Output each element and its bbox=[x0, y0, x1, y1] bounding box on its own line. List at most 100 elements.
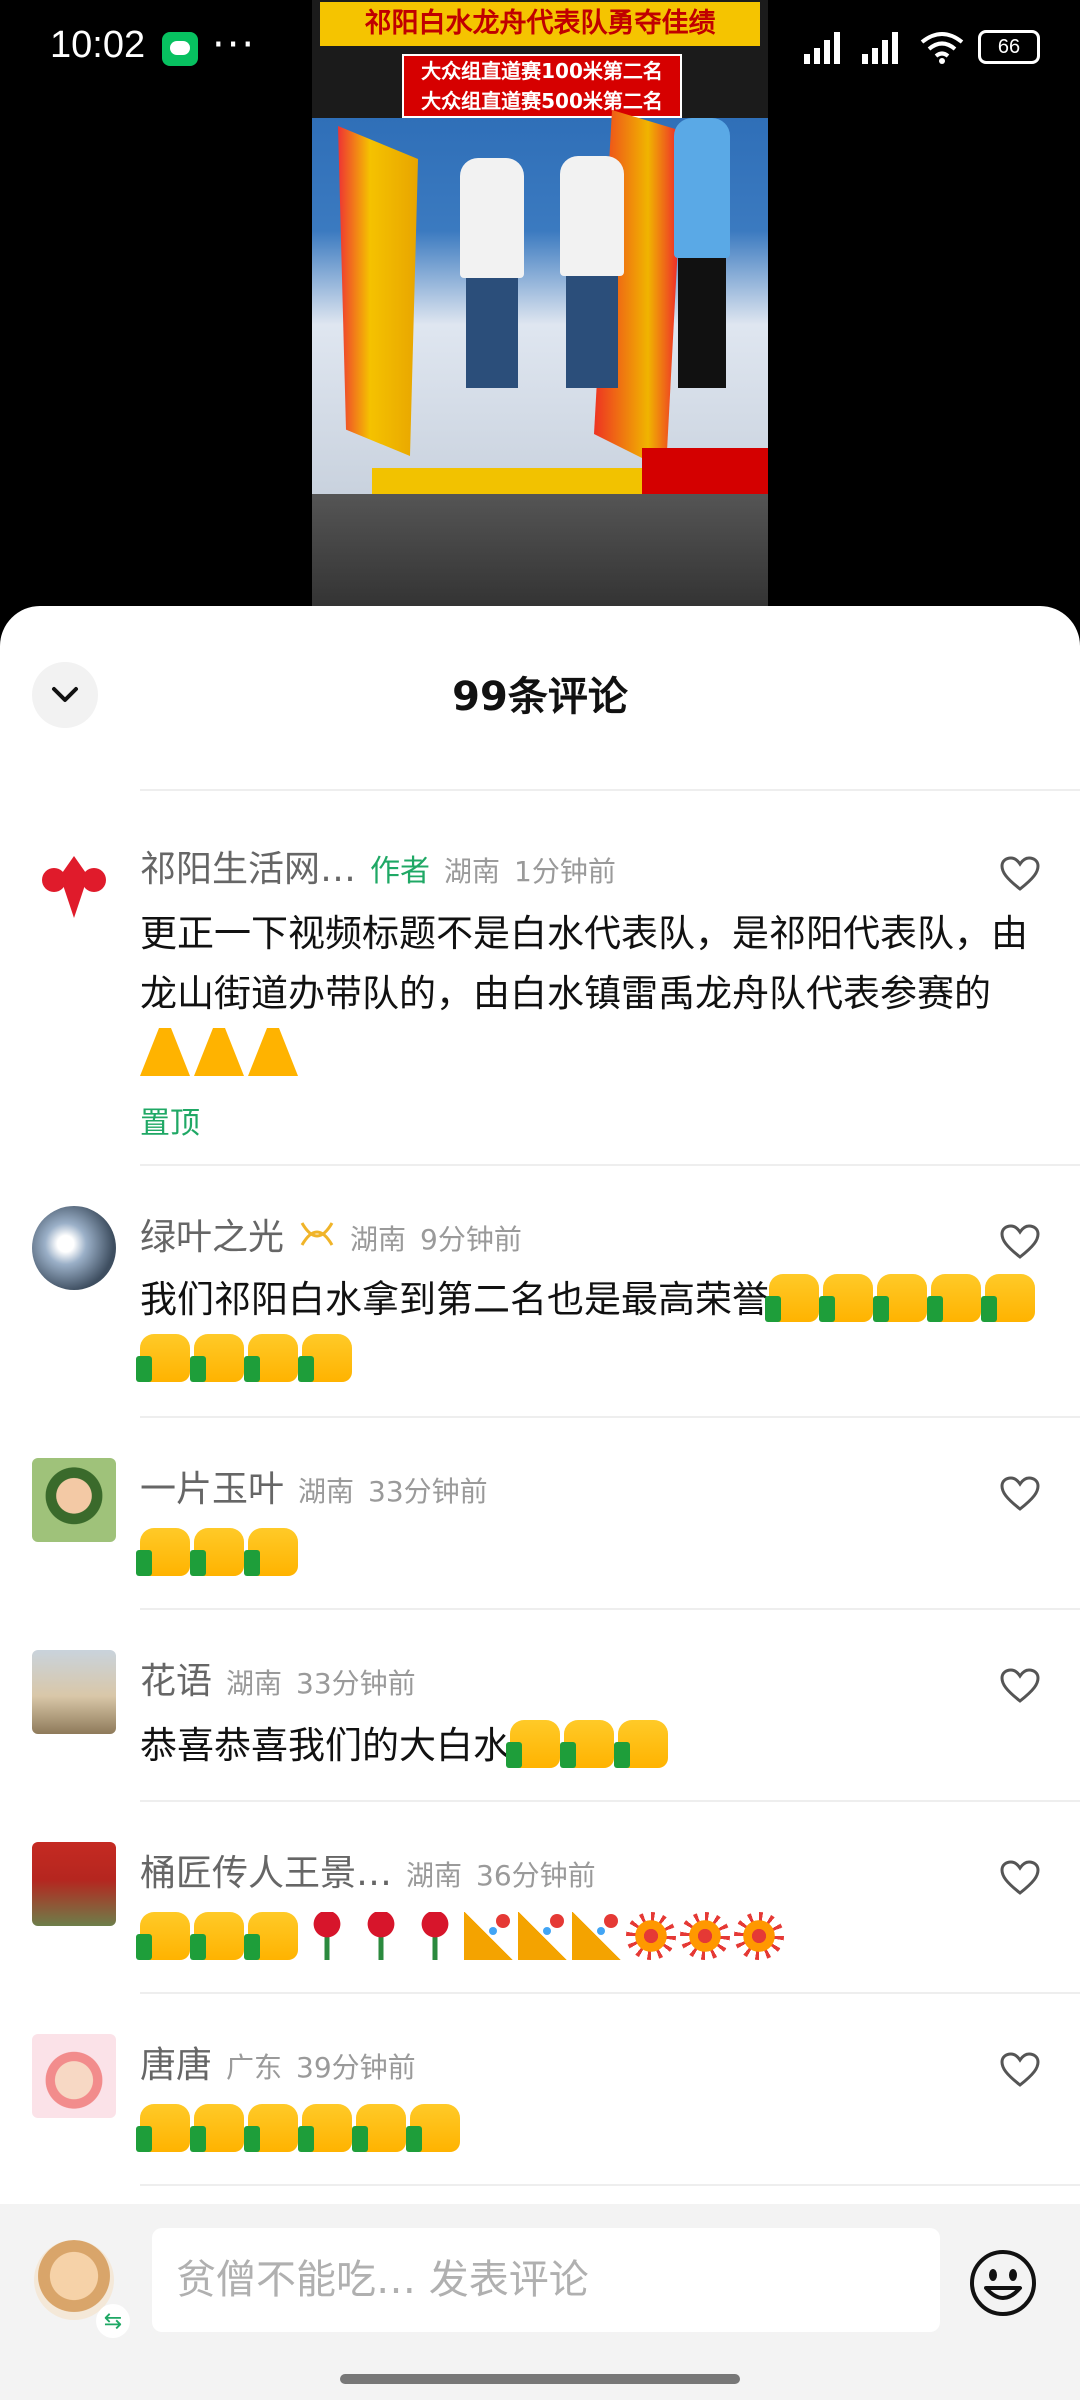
avatar[interactable] bbox=[32, 2034, 116, 2118]
party-popper-emoji-icon bbox=[464, 1912, 514, 1960]
person-legs bbox=[466, 278, 518, 388]
thumbs-up-emoji-icon bbox=[136, 1912, 190, 1960]
comment-location: 湖南 bbox=[444, 855, 501, 888]
avatar[interactable] bbox=[32, 846, 116, 930]
pray-emoji-icon bbox=[248, 1028, 298, 1076]
signal-icon bbox=[804, 30, 848, 64]
thumbs-up-emoji-icon bbox=[244, 2104, 298, 2152]
like-heart-icon[interactable] bbox=[1000, 1860, 1040, 1896]
comment-author-name[interactable]: 一片玉叶 bbox=[140, 1460, 284, 1512]
person-2 bbox=[560, 156, 624, 276]
swap-icon[interactable]: ⇆ bbox=[96, 2304, 130, 2338]
smiley-icon[interactable] bbox=[968, 2248, 1038, 2318]
thumbs-up-emoji-icon bbox=[190, 1528, 244, 1576]
qiyang-logo-icon bbox=[42, 856, 106, 918]
avatar[interactable] bbox=[32, 1842, 116, 1926]
rose-emoji-icon bbox=[356, 1912, 406, 1960]
comment-time: 39分钟前 bbox=[296, 2051, 416, 2084]
firework-emoji-icon bbox=[734, 1912, 784, 1960]
video-subtitle-line2: 大众组直道赛500米第二名 bbox=[421, 89, 663, 113]
comment-author-name[interactable]: 花语 bbox=[140, 1652, 212, 1704]
person-legs-3 bbox=[678, 258, 726, 388]
comment-time: 1分钟前 bbox=[514, 855, 616, 888]
home-indicator[interactable] bbox=[340, 2374, 740, 2384]
comment-text: 恭喜恭喜我们的大白水 bbox=[140, 1716, 1040, 1776]
like-heart-icon[interactable] bbox=[1000, 856, 1040, 892]
comment-sheet: 99条评论 祁阳生活网… 作者 湖南 1分钟前 更正一下视频标题不是白水代表队，… bbox=[0, 606, 1080, 2400]
rose-emoji-icon bbox=[302, 1912, 352, 1960]
pray-emoji-icon bbox=[194, 1028, 244, 1076]
person-legs-2 bbox=[566, 276, 618, 388]
party-popper-emoji-icon bbox=[572, 1912, 622, 1960]
video-subtitle-line1: 大众组直道赛100米第二名 bbox=[421, 59, 663, 83]
like-heart-icon[interactable] bbox=[1000, 1476, 1040, 1512]
avatar[interactable] bbox=[32, 1206, 116, 1290]
comment-body: 更正一下视频标题不是白水代表队，是祁阳代表队，由龙山街道办带队的，由白水镇雷禹龙… bbox=[140, 912, 1028, 1015]
thumbs-up-emoji-icon bbox=[244, 1528, 298, 1576]
more-notifications-icon: ··· bbox=[212, 22, 257, 68]
thumbs-up-emoji-icon bbox=[765, 1274, 819, 1322]
podium-2 bbox=[642, 448, 768, 496]
comment-location: 湖南 bbox=[298, 1475, 355, 1508]
thumbs-up-emoji-icon bbox=[352, 2104, 406, 2152]
comment-text: 更正一下视频标题不是白水代表队，是祁阳代表队，由龙山街道办带队的，由白水镇雷禹龙… bbox=[140, 904, 1040, 1084]
wifi-icon bbox=[920, 32, 964, 64]
firework-emoji-icon bbox=[626, 1912, 676, 1960]
thumbs-up-emoji-icon bbox=[927, 1274, 981, 1322]
thumbs-up-emoji-icon bbox=[298, 1334, 352, 1382]
thumbs-up-emoji-icon bbox=[873, 1274, 927, 1322]
battery-icon: 66 bbox=[978, 30, 1040, 64]
comment-body: 我们祁阳白水拿到第二名也是最高荣誉 bbox=[140, 1278, 769, 1321]
video-preview[interactable]: 祁阳白水龙舟代表队勇夺佳绩 大众组直道赛100米第二名 大众组直道赛500米第二… bbox=[312, 0, 768, 608]
divider bbox=[140, 1416, 1080, 1418]
thumbs-up-emoji-icon bbox=[244, 1334, 298, 1382]
comment-location: 湖南 bbox=[406, 1859, 463, 1892]
comment-author-name[interactable]: 绿叶之光 bbox=[140, 1208, 284, 1260]
author-tag: 作者 bbox=[370, 854, 431, 889]
thumbs-up-emoji-icon bbox=[136, 1334, 190, 1382]
thumbs-up-emoji-icon bbox=[136, 1528, 190, 1576]
avatar[interactable] bbox=[32, 1650, 116, 1734]
pray-emoji-icon bbox=[140, 1028, 190, 1076]
comment-text bbox=[136, 1908, 1040, 1968]
firework-emoji-icon bbox=[680, 1912, 730, 1960]
thumbs-up-emoji-icon bbox=[981, 1274, 1035, 1322]
thumbs-up-emoji-icon bbox=[560, 1720, 614, 1768]
thumbs-up-emoji-icon bbox=[244, 1912, 298, 1960]
rose-emoji-icon bbox=[410, 1912, 460, 1960]
comment-time: 33分钟前 bbox=[296, 1667, 416, 1700]
thumbs-up-emoji-icon bbox=[136, 2104, 190, 2152]
divider bbox=[140, 2184, 1080, 2186]
thumbs-up-emoji-icon bbox=[298, 2104, 352, 2152]
comment-author-name[interactable]: 唐唐 bbox=[140, 2036, 212, 2088]
like-heart-icon[interactable] bbox=[1000, 1224, 1040, 1260]
comment-text: 我们祁阳白水拿到第二名也是最高荣誉 bbox=[136, 1270, 1040, 1390]
like-heart-icon[interactable] bbox=[1000, 1668, 1040, 1704]
divider bbox=[140, 1800, 1080, 1802]
comment-author-name[interactable]: 桶匠传人王景… bbox=[140, 1844, 392, 1896]
divider bbox=[140, 789, 1080, 791]
avatar[interactable] bbox=[32, 1458, 116, 1542]
comment-time: 36分钟前 bbox=[476, 1859, 596, 1892]
thumbs-up-emoji-icon bbox=[819, 1274, 873, 1322]
thumbs-up-emoji-icon bbox=[190, 1334, 244, 1382]
comment-count-title: 99条评论 bbox=[452, 674, 628, 720]
comment-input-bar: ⇆ 贫僧不能吃… 发表评论 bbox=[0, 2204, 1080, 2356]
person bbox=[460, 158, 524, 278]
badge-icon bbox=[300, 1222, 334, 1246]
thumbs-up-emoji-icon bbox=[614, 1720, 668, 1768]
video-subtitle: 大众组直道赛100米第二名 大众组直道赛500米第二名 bbox=[402, 54, 682, 118]
party-popper-emoji-icon bbox=[518, 1912, 568, 1960]
battery-level: 66 bbox=[997, 35, 1021, 58]
thumbs-up-emoji-icon bbox=[190, 2104, 244, 2152]
comment-body: 恭喜恭喜我们的大白水 bbox=[140, 1724, 510, 1767]
like-heart-icon[interactable] bbox=[1000, 2052, 1040, 2088]
comment-time: 9分钟前 bbox=[420, 1223, 522, 1256]
divider bbox=[140, 1992, 1080, 1994]
dragon-flag bbox=[338, 126, 418, 456]
divider bbox=[140, 1164, 1080, 1166]
thumbs-up-emoji-icon bbox=[506, 1720, 560, 1768]
comment-input[interactable]: 贫僧不能吃… 发表评论 bbox=[152, 2228, 940, 2332]
comment-author-name[interactable]: 祁阳生活网… bbox=[140, 840, 356, 892]
comment-location: 湖南 bbox=[226, 1667, 283, 1700]
